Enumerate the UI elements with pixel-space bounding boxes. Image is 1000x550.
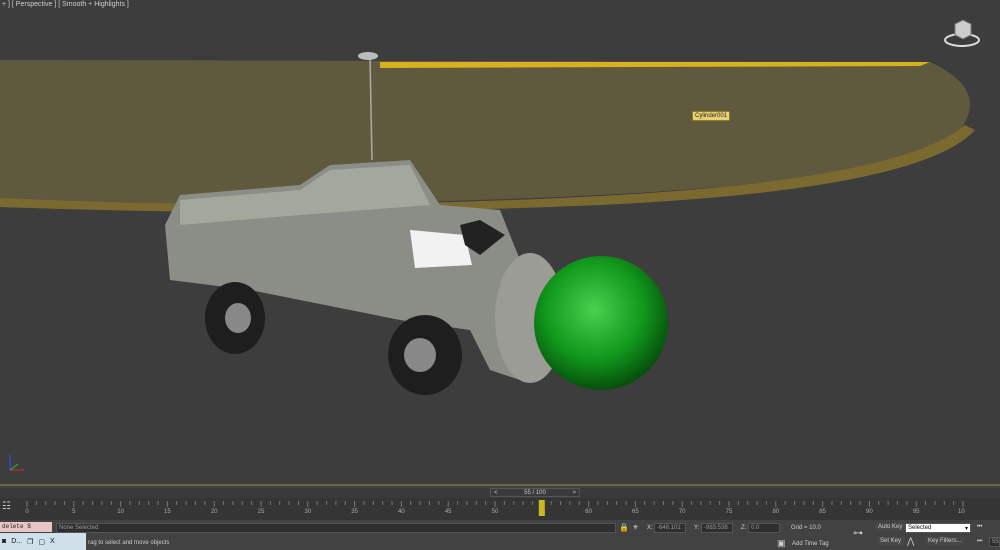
curve-editor-icon[interactable]: ☷ — [2, 501, 14, 513]
maximize-icon[interactable]: ▢ — [38, 538, 45, 546]
viewport-label[interactable]: + ] [ Perspective ] [ Smooth + Highlight… — [2, 1, 129, 8]
ruler-label: 60 — [585, 509, 592, 515]
ruler-label: 100 — [958, 509, 965, 515]
ruler-label: 15 — [164, 509, 171, 515]
ruler-label: 80 — [772, 509, 779, 515]
z-label: Z: — [741, 525, 747, 531]
ruler-label: 50 — [492, 509, 499, 515]
time-tag-icon[interactable]: ▣ — [777, 538, 786, 549]
taskbar-item[interactable]: ◙ D... ❐ ▢ X — [0, 533, 86, 550]
set-key-button[interactable]: Set Key — [877, 537, 905, 545]
next-frame-button[interactable]: > — [569, 490, 579, 496]
key-mode-value: Selected — [908, 525, 932, 531]
ruler-label: 85 — [819, 509, 826, 515]
maxscript-listener[interactable]: delete $ — [0, 522, 52, 532]
app-icon: ◙ — [2, 538, 7, 545]
selection-status: None Selected — [56, 523, 616, 533]
auto-key-button[interactable]: Auto Key — [875, 523, 906, 531]
ruler-label: 5 — [72, 509, 76, 515]
time-slider-value: 55 / 100 — [524, 489, 546, 496]
ruler-label: 30 — [304, 509, 311, 515]
frame-ruler[interactable]: 0510152025303540455055606570758085909510… — [25, 499, 965, 519]
cylinder-disk[interactable] — [0, 60, 975, 213]
ruler-label: 25 — [258, 509, 265, 515]
key-tangent-icon[interactable]: ⋀ — [907, 536, 914, 547]
add-time-tag-button[interactable]: Add Time Tag — [792, 541, 829, 547]
close-button[interactable]: X — [50, 538, 55, 545]
prompt-line: rag to select and move objects — [88, 540, 170, 546]
ruler-label: 10 — [117, 509, 124, 515]
ruler-label: 90 — [866, 509, 873, 515]
taskbar-app-label: D... — [11, 538, 23, 545]
ruler-label: 35 — [351, 509, 358, 515]
grid-size: Grid = 10.0 — [791, 525, 821, 531]
green-sphere[interactable] — [534, 256, 668, 390]
lock-icon[interactable]: 🔒 — [619, 523, 629, 532]
current-frame-field[interactable]: 55 — [989, 537, 1000, 547]
perspective-viewport[interactable]: + ] [ Perspective ] [ Smooth + Highlight… — [0, 0, 1000, 486]
x-coordinate-field[interactable]: -648.101 — [654, 523, 686, 533]
scene-render — [0, 52, 975, 471]
ruler-label: 75 — [726, 509, 733, 515]
z-coordinate-field[interactable]: 0.0 — [748, 523, 780, 533]
restore-icon[interactable]: ❐ — [27, 538, 33, 546]
go-to-start-icon[interactable]: ⏮ — [977, 524, 982, 531]
axis-gizmo-icon — [9, 455, 24, 471]
y-label: Y: — [694, 525, 700, 531]
prev-frame-button[interactable]: < — [491, 490, 501, 496]
current-frame-marker[interactable] — [538, 500, 545, 516]
ruler-label: 65 — [632, 509, 639, 515]
ruler-label: 70 — [679, 509, 686, 515]
y-coordinate-field[interactable]: -983.538 — [701, 523, 733, 533]
ruler-label: 95 — [913, 509, 920, 515]
key-icon[interactable]: ⊶ — [853, 528, 863, 539]
key-filters-button[interactable]: Key Filters... — [925, 537, 965, 545]
ruler-label: 20 — [211, 509, 218, 515]
key-mode-toggle-icon[interactable]: ⏭ — [977, 538, 982, 545]
chevron-down-icon: ▾ — [964, 526, 968, 532]
ruler-label: 40 — [398, 509, 405, 515]
ruler-label: 0 — [25, 509, 29, 515]
key-mode-dropdown[interactable]: Selected ▾ — [905, 523, 971, 533]
ruler-label: 45 — [445, 509, 452, 515]
viewcube-icon[interactable] — [944, 18, 980, 48]
time-slider[interactable]: < 55 / 100 > — [490, 488, 580, 497]
object-name-tooltip: Cylinder001 — [692, 111, 731, 121]
x-label: X: — [647, 525, 653, 531]
transform-mode-icon[interactable]: ⌖ — [633, 522, 638, 533]
